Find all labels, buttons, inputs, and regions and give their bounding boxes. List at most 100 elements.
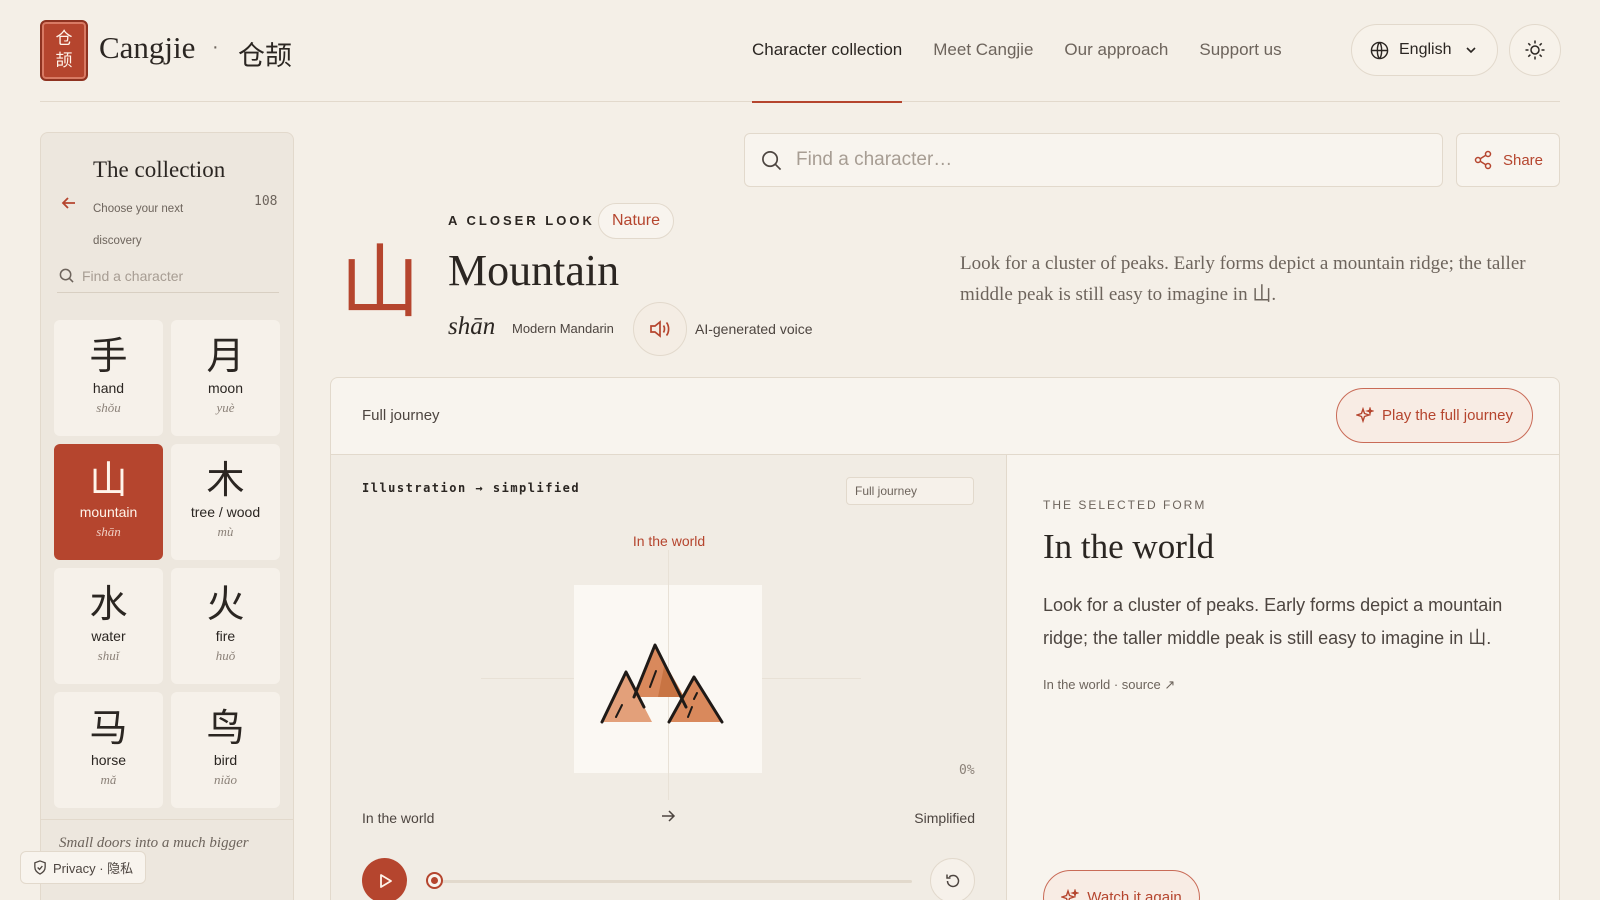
chevron-down-icon: [1466, 47, 1477, 54]
pinyin-label: Modern Mandarin: [512, 321, 614, 336]
category-tag[interactable]: Nature: [598, 203, 675, 239]
tile-horse[interactable]: 马 horse mǎ: [54, 692, 163, 808]
character-search-input[interactable]: Find a character…: [744, 133, 1443, 187]
privacy-label: Privacy · 隐私: [53, 861, 134, 876]
sidebar-search-input[interactable]: Find a character: [57, 259, 279, 293]
tile-bird[interactable]: 鸟 bird niǎo: [171, 692, 280, 808]
journey-panel: Full journey Play the full journey Illus…: [330, 377, 1560, 900]
play-full-journey-label: Play the full journey: [1382, 407, 1513, 424]
stage-title: Illustration → simplified: [362, 481, 581, 495]
nav-meet-cangjie[interactable]: Meet Cangjie: [933, 0, 1033, 102]
logo-char-2: 颉: [55, 51, 73, 71]
language-selector[interactable]: English: [1351, 24, 1498, 76]
tile-meaning: tree / wood: [190, 504, 261, 520]
mountain-illustration: [600, 643, 724, 724]
stage-caption: In the world: [632, 533, 706, 549]
tile-char: 马: [89, 706, 128, 750]
brand-separator: ·: [212, 36, 219, 58]
share-icon: [1474, 150, 1492, 170]
selected-form-panel: THE SELECTED FORM In the world Look for …: [1008, 455, 1559, 900]
progress-track[interactable]: [432, 880, 912, 883]
sparkle-icon: [1356, 406, 1375, 423]
selected-form-text: Look for a cluster of peaks. Early forms…: [1043, 595, 1503, 648]
tile-fire[interactable]: 火 fire huǒ: [171, 568, 280, 684]
play-full-journey-button[interactable]: Play the full journey: [1336, 388, 1533, 443]
tile-water[interactable]: 水 water shuǐ: [54, 568, 163, 684]
replay-button[interactable]: [930, 858, 975, 900]
tile-hand[interactable]: 手 hand shǒu: [54, 320, 163, 436]
sidebar-subtitle: Choose your next discovery: [93, 203, 184, 247]
logo[interactable]: 仓 颉: [40, 20, 88, 81]
sidebar-title: The collection: [93, 157, 226, 182]
search-icon: [762, 150, 782, 170]
site-header: 仓 颉 Cangjie · 仓颉 Character collection Me…: [40, 0, 1561, 103]
character-glyph: 山: [340, 236, 420, 329]
tile-pinyin: niǎo: [213, 772, 238, 787]
sun-icon: [1525, 40, 1545, 60]
character-pinyin: shān: [448, 313, 496, 340]
pronunciation-audio-button[interactable]: [633, 302, 687, 356]
tile-meaning: water: [91, 628, 126, 644]
sidebar-divider: [41, 819, 293, 820]
sidebar-search-placeholder: Find a character: [82, 267, 184, 284]
arrow-right-icon: [662, 810, 676, 822]
nav-character-collection[interactable]: Character collection: [752, 0, 903, 103]
globe-icon: [1370, 41, 1389, 59]
sparkle-icon: [1061, 888, 1080, 900]
tile-pinyin: huǒ: [215, 648, 236, 663]
main-nav: Character collection Meet Cangjie Our ap…: [752, 0, 1313, 103]
tile-pinyin: shān: [96, 524, 121, 539]
tile-meaning: hand: [92, 380, 125, 396]
speaker-icon: [650, 320, 670, 338]
tile-meaning: fire: [215, 628, 236, 644]
watch-again-label: Watch it again: [1087, 889, 1182, 900]
tile-meaning: horse: [90, 752, 127, 768]
privacy-button[interactable]: Privacy · 隐私: [20, 851, 147, 884]
replay-icon: [945, 874, 959, 887]
nav-support-us[interactable]: Support us: [1199, 0, 1281, 102]
tile-char: 山: [89, 458, 128, 502]
tile-moon[interactable]: 月 moon yuè: [171, 320, 280, 436]
search-icon: [59, 268, 74, 283]
tile-pinyin: yuè: [216, 400, 235, 415]
tile-meaning: bird: [213, 752, 238, 768]
progress-percent: 0%: [959, 763, 975, 778]
progress-slider-thumb[interactable]: [426, 872, 443, 889]
tile-char: 木: [206, 458, 245, 502]
arrow-left-icon[interactable]: [59, 193, 79, 213]
character-title: Mountain: [448, 246, 620, 295]
play-button[interactable]: [362, 858, 407, 900]
selected-form-title: In the world: [1043, 527, 1215, 566]
tile-char: 鸟: [206, 706, 245, 750]
theme-toggle-button[interactable]: [1509, 24, 1561, 76]
voice-label: AI-generated voice: [695, 321, 813, 337]
nav-our-approach[interactable]: Our approach: [1064, 0, 1168, 102]
brand-name[interactable]: Cangjie: [99, 30, 195, 66]
journey-to-label: Simplified: [914, 810, 975, 826]
brand-name-zh[interactable]: 仓颉: [238, 34, 292, 73]
selected-form-source-link[interactable]: In the world · source ↗: [1043, 677, 1175, 693]
tile-mountain[interactable]: 山 mountain shān: [54, 444, 163, 560]
tile-pinyin: mù: [217, 524, 234, 539]
tile-char: 火: [206, 582, 245, 626]
tile-pinyin: shuǐ: [97, 648, 120, 663]
tile-pinyin: mǎ: [100, 772, 117, 787]
journey-from-label: In the world: [362, 810, 435, 826]
stage-mode-select[interactable]: Full journey: [846, 477, 974, 505]
character-description: Look for a cluster of peaks. Early forms…: [960, 253, 1526, 305]
collection-sidebar: The collection Choose your next discover…: [40, 132, 294, 900]
tile-tree[interactable]: 木 tree / wood mù: [171, 444, 280, 560]
collection-count: 108: [254, 194, 278, 209]
tile-meaning: moon: [207, 380, 244, 396]
language-label: English: [1399, 41, 1452, 58]
tile-char: 水: [89, 582, 128, 626]
watch-again-button[interactable]: Watch it again: [1043, 870, 1200, 900]
tile-char: 手: [89, 334, 128, 378]
share-button[interactable]: Share: [1456, 133, 1560, 187]
journey-panel-header: Full journey Play the full journey: [331, 378, 1559, 455]
selected-form-eyebrow: THE SELECTED FORM: [1043, 498, 1207, 512]
journey-label: Full journey: [362, 407, 440, 424]
illustration-stage: Illustration → simplified Full journey I…: [331, 455, 1007, 900]
share-label: Share: [1502, 151, 1544, 169]
closer-look-eyebrow: A CLOSER LOOK: [448, 213, 595, 228]
